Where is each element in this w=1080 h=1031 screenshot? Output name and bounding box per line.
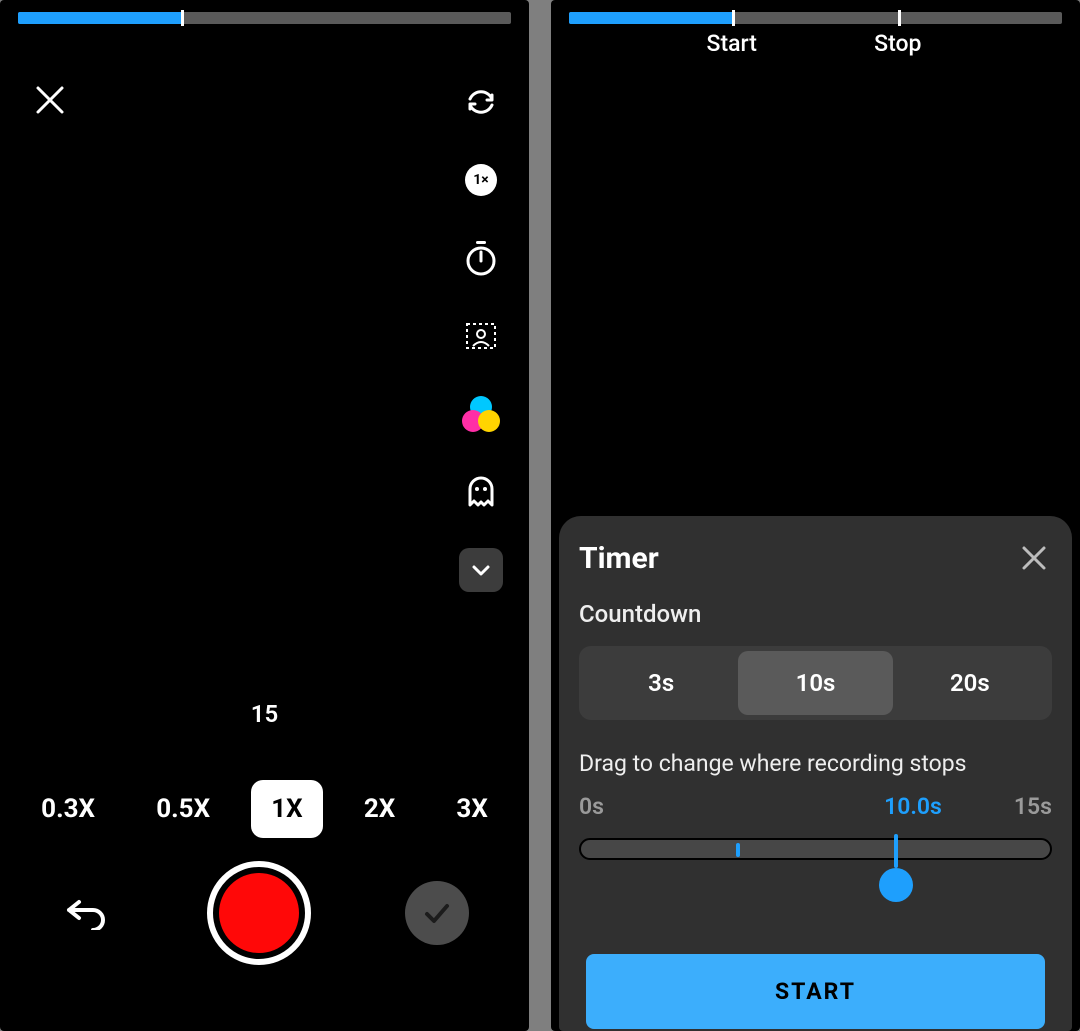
- speed-badge-label: 1×: [465, 164, 497, 196]
- speed-selector[interactable]: 0.3X 0.5X 1X 2X 3X: [0, 780, 529, 838]
- chevron-down-icon: [469, 558, 493, 582]
- countdown-label: Countdown: [579, 600, 1052, 628]
- tools-column: 1×: [459, 80, 503, 592]
- speed-2x[interactable]: 2X: [344, 780, 415, 838]
- stop-slider[interactable]: [579, 838, 1052, 898]
- capture-controls: [0, 861, 529, 965]
- filters-icon[interactable]: [459, 392, 503, 436]
- countdown-20s[interactable]: 20s: [893, 651, 1047, 715]
- stop-scale: 0s 10.0s 15s: [579, 793, 1052, 820]
- speed-3x[interactable]: 3X: [436, 780, 507, 838]
- more-tools-button[interactable]: [459, 548, 503, 592]
- speed-1x[interactable]: 1X: [251, 780, 322, 838]
- panel-title: Timer: [579, 541, 659, 576]
- timer-panel: Timer Countdown 3s 10s 20s Drag to chang…: [559, 516, 1072, 1031]
- scale-min: 0s: [579, 793, 604, 820]
- scale-current: 10.0s: [884, 793, 942, 820]
- close-button[interactable]: [30, 80, 70, 120]
- timer-icon[interactable]: [459, 236, 503, 280]
- greenscreen-icon[interactable]: [459, 314, 503, 358]
- start-marker-label: Start: [707, 30, 757, 57]
- countdown-segmented[interactable]: 3s 10s 20s: [579, 646, 1052, 720]
- flip-camera-icon[interactable]: [459, 80, 503, 124]
- clip-duration: 15: [251, 700, 278, 728]
- recording-progress: [569, 12, 1062, 24]
- undo-button[interactable]: [60, 887, 112, 939]
- stop-marker-label: Stop: [874, 30, 921, 57]
- countdown-10s[interactable]: 10s: [738, 651, 892, 715]
- record-indicator: [219, 873, 299, 953]
- countdown-3s[interactable]: 3s: [584, 651, 738, 715]
- scale-max: 15s: [1014, 793, 1052, 820]
- speed-0-3x[interactable]: 0.3X: [21, 780, 115, 838]
- speed-0-5x[interactable]: 0.5X: [136, 780, 230, 838]
- check-icon: [422, 898, 452, 928]
- recording-progress: [18, 12, 511, 24]
- start-countdown-button[interactable]: START: [586, 954, 1045, 1029]
- stop-slider-handle[interactable]: [894, 834, 898, 868]
- timer-screen: Start Stop Timer Countdown 3s 10s 20s Dr…: [551, 0, 1080, 1031]
- panel-close-button[interactable]: [1016, 540, 1052, 576]
- close-icon: [1020, 544, 1048, 572]
- speed-icon[interactable]: 1×: [459, 158, 503, 202]
- drag-instruction: Drag to change where recording stops: [579, 750, 1052, 777]
- record-button[interactable]: [207, 861, 311, 965]
- ghost-effect-icon[interactable]: [459, 470, 503, 514]
- confirm-button[interactable]: [405, 881, 469, 945]
- camera-screen: 1× 15 0.3X 0.5X 1X 2X 3X: [0, 0, 529, 1031]
